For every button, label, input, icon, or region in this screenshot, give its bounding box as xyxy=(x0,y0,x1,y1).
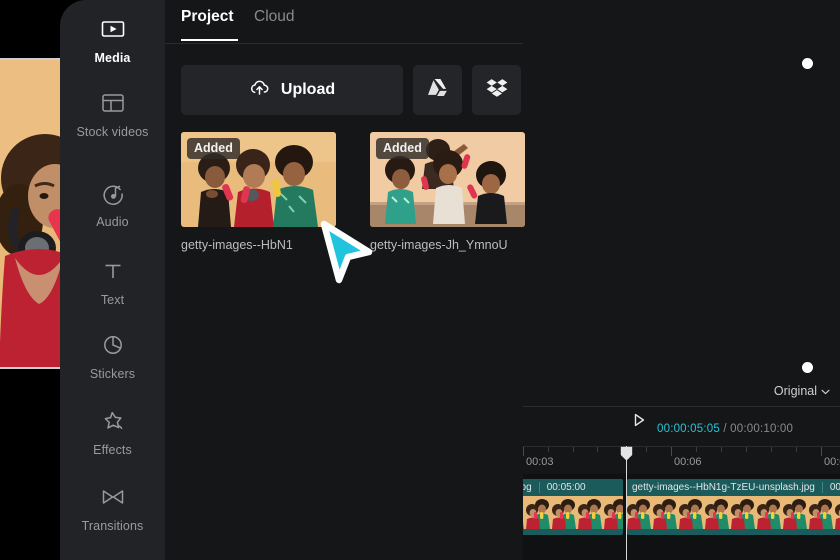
quality-dropdown[interactable]: Original xyxy=(774,384,830,398)
timecode: 00:00:05:05 / 00:00:10:00 xyxy=(657,423,793,435)
sidebar-item-label: Stock videos xyxy=(76,125,149,139)
quality-dropdown-label: Original xyxy=(773,384,817,398)
sidebar-item-label: Audio xyxy=(96,215,129,229)
filmstrip-frame xyxy=(552,496,578,529)
preview-toolbar: Original xyxy=(523,379,840,407)
tab-cloud[interactable]: Cloud xyxy=(254,8,295,26)
transport-bar: 00:00:05:05 / 00:00:10:00 xyxy=(523,408,840,444)
filmstrip-frame xyxy=(679,496,705,529)
sidebar-item-media[interactable]: Media xyxy=(60,14,165,66)
clip-duration: 00:05:00 xyxy=(546,482,586,493)
transitions-icon xyxy=(98,482,128,512)
media-thumbnail[interactable]: Added xyxy=(370,132,525,227)
playhead-handle[interactable] xyxy=(620,446,633,462)
filmstrip-frame xyxy=(526,496,552,529)
preview-resize-handle-bottom-right[interactable] xyxy=(802,362,813,373)
media-thumbnail[interactable]: Added xyxy=(181,132,336,227)
filmstrip-frame xyxy=(835,496,840,529)
sidebar-item-text[interactable]: Text xyxy=(60,256,165,308)
dropbox-icon xyxy=(486,78,508,103)
media-panel: Project Cloud Upload Added getty-images-… xyxy=(165,0,525,560)
clip-divider xyxy=(821,482,823,493)
ruler-label: 00:06 xyxy=(674,456,702,468)
audio-icon xyxy=(98,178,128,208)
sidebar-item-transitions[interactable]: Transitions xyxy=(60,482,165,534)
timeline-clip[interactable]: getty-images--HbN1g-TzEU-unsplash.jpg 00… xyxy=(627,479,840,535)
stock-videos-icon xyxy=(98,88,128,118)
chevron-down-icon xyxy=(821,384,830,398)
filmstrip-frame xyxy=(731,496,757,529)
media-item[interactable]: Added xyxy=(181,132,336,252)
google-drive-button[interactable] xyxy=(413,65,462,115)
text-icon xyxy=(98,256,128,286)
added-badge: Added xyxy=(376,138,429,159)
media-item[interactable]: Added xyxy=(370,132,525,252)
clip-divider xyxy=(538,482,540,493)
added-badge: Added xyxy=(187,138,240,159)
filmstrip-frame xyxy=(705,496,731,529)
filmstrip-frame xyxy=(653,496,679,529)
clip-name: getty-images--HbN1g-TzEU-unsplash.jpg xyxy=(632,482,815,493)
timecode-separator: / xyxy=(723,423,727,435)
media-item-name: getty-images-Jh_YmnoU xyxy=(370,238,508,252)
play-button[interactable] xyxy=(631,412,647,428)
playhead-line xyxy=(626,446,627,560)
effects-icon xyxy=(98,406,128,436)
upload-button-label: Upload xyxy=(280,81,336,98)
total-timecode: 00:00:10:00 xyxy=(730,423,794,435)
right-pane: Original 00:00:05:05 / 00:00:10:00 00:03… xyxy=(500,0,840,560)
timeline-tracks[interactable]: sh.jpg 00:05:00 getty-images--HbN1g-TzEU… xyxy=(500,474,840,560)
sidebar-item-effects[interactable]: Effects xyxy=(60,406,165,458)
filmstrip-frame xyxy=(627,496,653,529)
sidebar: Media Stock videos Audio Text Stickers E… xyxy=(60,0,165,560)
app-root: Media Stock videos Audio Text Stickers E… xyxy=(0,0,840,560)
clip-header: getty-images--HbN1g-TzEU-unsplash.jpg 00… xyxy=(627,479,840,496)
tab-project[interactable]: Project xyxy=(181,8,234,26)
preview-area xyxy=(523,0,840,334)
preview-resize-handle-top-right[interactable] xyxy=(802,58,813,69)
filmstrip-frame xyxy=(604,496,623,529)
sidebar-item-label: Transitions xyxy=(81,519,144,533)
filmstrip-frame xyxy=(578,496,604,529)
google-drive-icon xyxy=(427,78,448,102)
cloud-upload-icon xyxy=(249,77,270,103)
filmstrip-frame xyxy=(809,496,835,529)
sidebar-item-stickers[interactable]: Stickers xyxy=(60,330,165,382)
dropbox-button[interactable] xyxy=(472,65,521,115)
ruler-label: 00:03 xyxy=(526,456,554,468)
clip-duration: 00:05: xyxy=(829,482,840,493)
media-item-name: getty-images--HbN1 xyxy=(181,238,293,252)
sidebar-item-audio[interactable]: Audio xyxy=(60,178,165,230)
sidebar-item-label: Media xyxy=(94,51,131,65)
sidebar-item-stock-videos[interactable]: Stock videos xyxy=(60,88,165,140)
sidebar-item-label: Effects xyxy=(93,443,132,457)
sidebar-item-label: Text xyxy=(100,293,125,307)
ruler-label: 00:0 xyxy=(824,456,840,468)
sidebar-item-label: Stickers xyxy=(89,367,136,381)
filmstrip-frame xyxy=(783,496,809,529)
timeline-ruler[interactable]: 00:03 00:06 00:0 xyxy=(523,446,840,474)
media-tabs: Project Cloud xyxy=(165,0,523,44)
upload-button[interactable]: Upload xyxy=(181,65,403,115)
current-timecode: 00:00:05:05 xyxy=(657,423,720,435)
stickers-icon xyxy=(98,330,128,360)
clip-filmstrip xyxy=(627,496,840,529)
tab-active-indicator xyxy=(181,39,238,41)
filmstrip-frame xyxy=(757,496,783,529)
media-icon xyxy=(98,14,128,44)
